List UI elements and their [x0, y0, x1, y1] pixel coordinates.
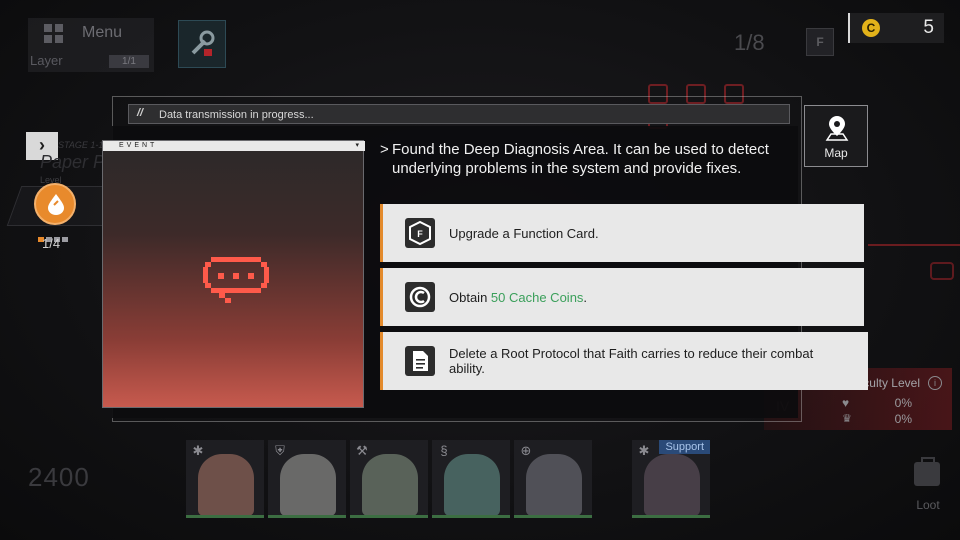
option-text: Obtain 50 Cache Coins. [449, 289, 588, 305]
squad-member-1[interactable]: ✱ [186, 440, 264, 518]
description-text: Found the Deep Diagnosis Area. It can be… [392, 141, 769, 177]
option-text: Delete a Root Protocol that Faith carrie… [449, 346, 814, 376]
character-portrait [198, 454, 254, 515]
event-description: > Found the Deep Diagnosis Area. It can … [380, 140, 780, 178]
loot-button[interactable]: Loot [906, 457, 950, 514]
grid-menu-icon [44, 24, 64, 44]
map-label: Map [824, 146, 848, 160]
difficulty-value-2: 0% [894, 412, 912, 426]
map-node-marker [930, 262, 954, 280]
document-icon [405, 346, 435, 376]
cache-coin-icon [405, 282, 435, 312]
drop-icon [48, 194, 64, 215]
description-prefix: > [380, 141, 389, 158]
header-slashes: // [137, 107, 144, 119]
progress-counter: 1/8 [734, 30, 765, 55]
character-portrait [362, 454, 418, 515]
coin-value: 5 [923, 17, 934, 38]
character-portrait [280, 454, 336, 515]
coin-counter: C 5 [848, 13, 944, 43]
dialog-title: Data transmission in progress... [159, 109, 314, 121]
class-icon: § [440, 443, 448, 458]
character-portrait [526, 454, 582, 515]
dialog-header: // Data transmission in progress... [128, 104, 790, 124]
node-count: 1/4 [42, 236, 61, 251]
class-icon: ⚒ [356, 443, 368, 458]
current-node[interactable] [34, 183, 76, 225]
support-tag: Support [659, 440, 710, 454]
event-tag: EVENT ▾ [103, 141, 365, 151]
layer-value: 1/1 [109, 55, 149, 68]
score-display: 2400 [28, 462, 90, 492]
option-text: Upgrade a Function Card. [449, 225, 599, 241]
cache-coin-icon: C [862, 19, 880, 37]
squad-member-3[interactable]: ⚒ [350, 440, 428, 518]
chat-bubble-icon [203, 257, 269, 303]
function-card-deck-icon[interactable]: F [806, 28, 834, 56]
map-pin-icon [825, 116, 849, 141]
node-progress-dots [38, 229, 72, 242]
support-member[interactable]: ✱ Support [632, 440, 710, 518]
info-icon[interactable]: i [928, 376, 942, 390]
class-icon: ⊕ [520, 443, 532, 458]
loot-label: Loot [916, 498, 940, 512]
layer-label: Layer [30, 53, 63, 68]
class-icon: ✱ [192, 443, 204, 458]
option-delete-protocol[interactable]: Delete a Root Protocol that Faith carrie… [380, 332, 868, 390]
heart-icon: ♥ [842, 396, 850, 410]
class-icon: ✱ [638, 443, 650, 458]
squad-member-5[interactable]: ⊕ [514, 440, 592, 518]
map-button[interactable]: Map [804, 105, 868, 167]
event-tag-label: EVENT [119, 142, 158, 149]
character-portrait [444, 454, 500, 515]
svg-text:F: F [417, 229, 423, 239]
menu-label: Menu [82, 24, 123, 41]
option-obtain-coins[interactable]: Obtain 50 Cache Coins. [380, 268, 864, 326]
function-card-icon: F [405, 218, 435, 248]
option-upgrade-card[interactable]: F Upgrade a Function Card. [380, 204, 864, 262]
caret-icon: ▾ [355, 142, 359, 149]
wrench-icon [191, 30, 215, 56]
squad-member-4[interactable]: § [432, 440, 510, 518]
tool-icon[interactable] [178, 20, 226, 68]
event-card: EVENT ▾ [102, 140, 365, 408]
crown-icon: ♛ [842, 413, 852, 425]
character-portrait [644, 454, 700, 515]
squad-member-2[interactable]: ⛨ [268, 440, 346, 518]
coin-reward-highlight: 50 Cache Coins [490, 289, 584, 305]
class-icon: ⛨ [275, 443, 285, 458]
stage-caption: STAGE 1-1 [58, 140, 104, 150]
difficulty-value-1: 0% [894, 396, 912, 410]
bag-icon [914, 457, 940, 486]
menu-button[interactable]: Menu Layer 1/1 [28, 18, 154, 72]
